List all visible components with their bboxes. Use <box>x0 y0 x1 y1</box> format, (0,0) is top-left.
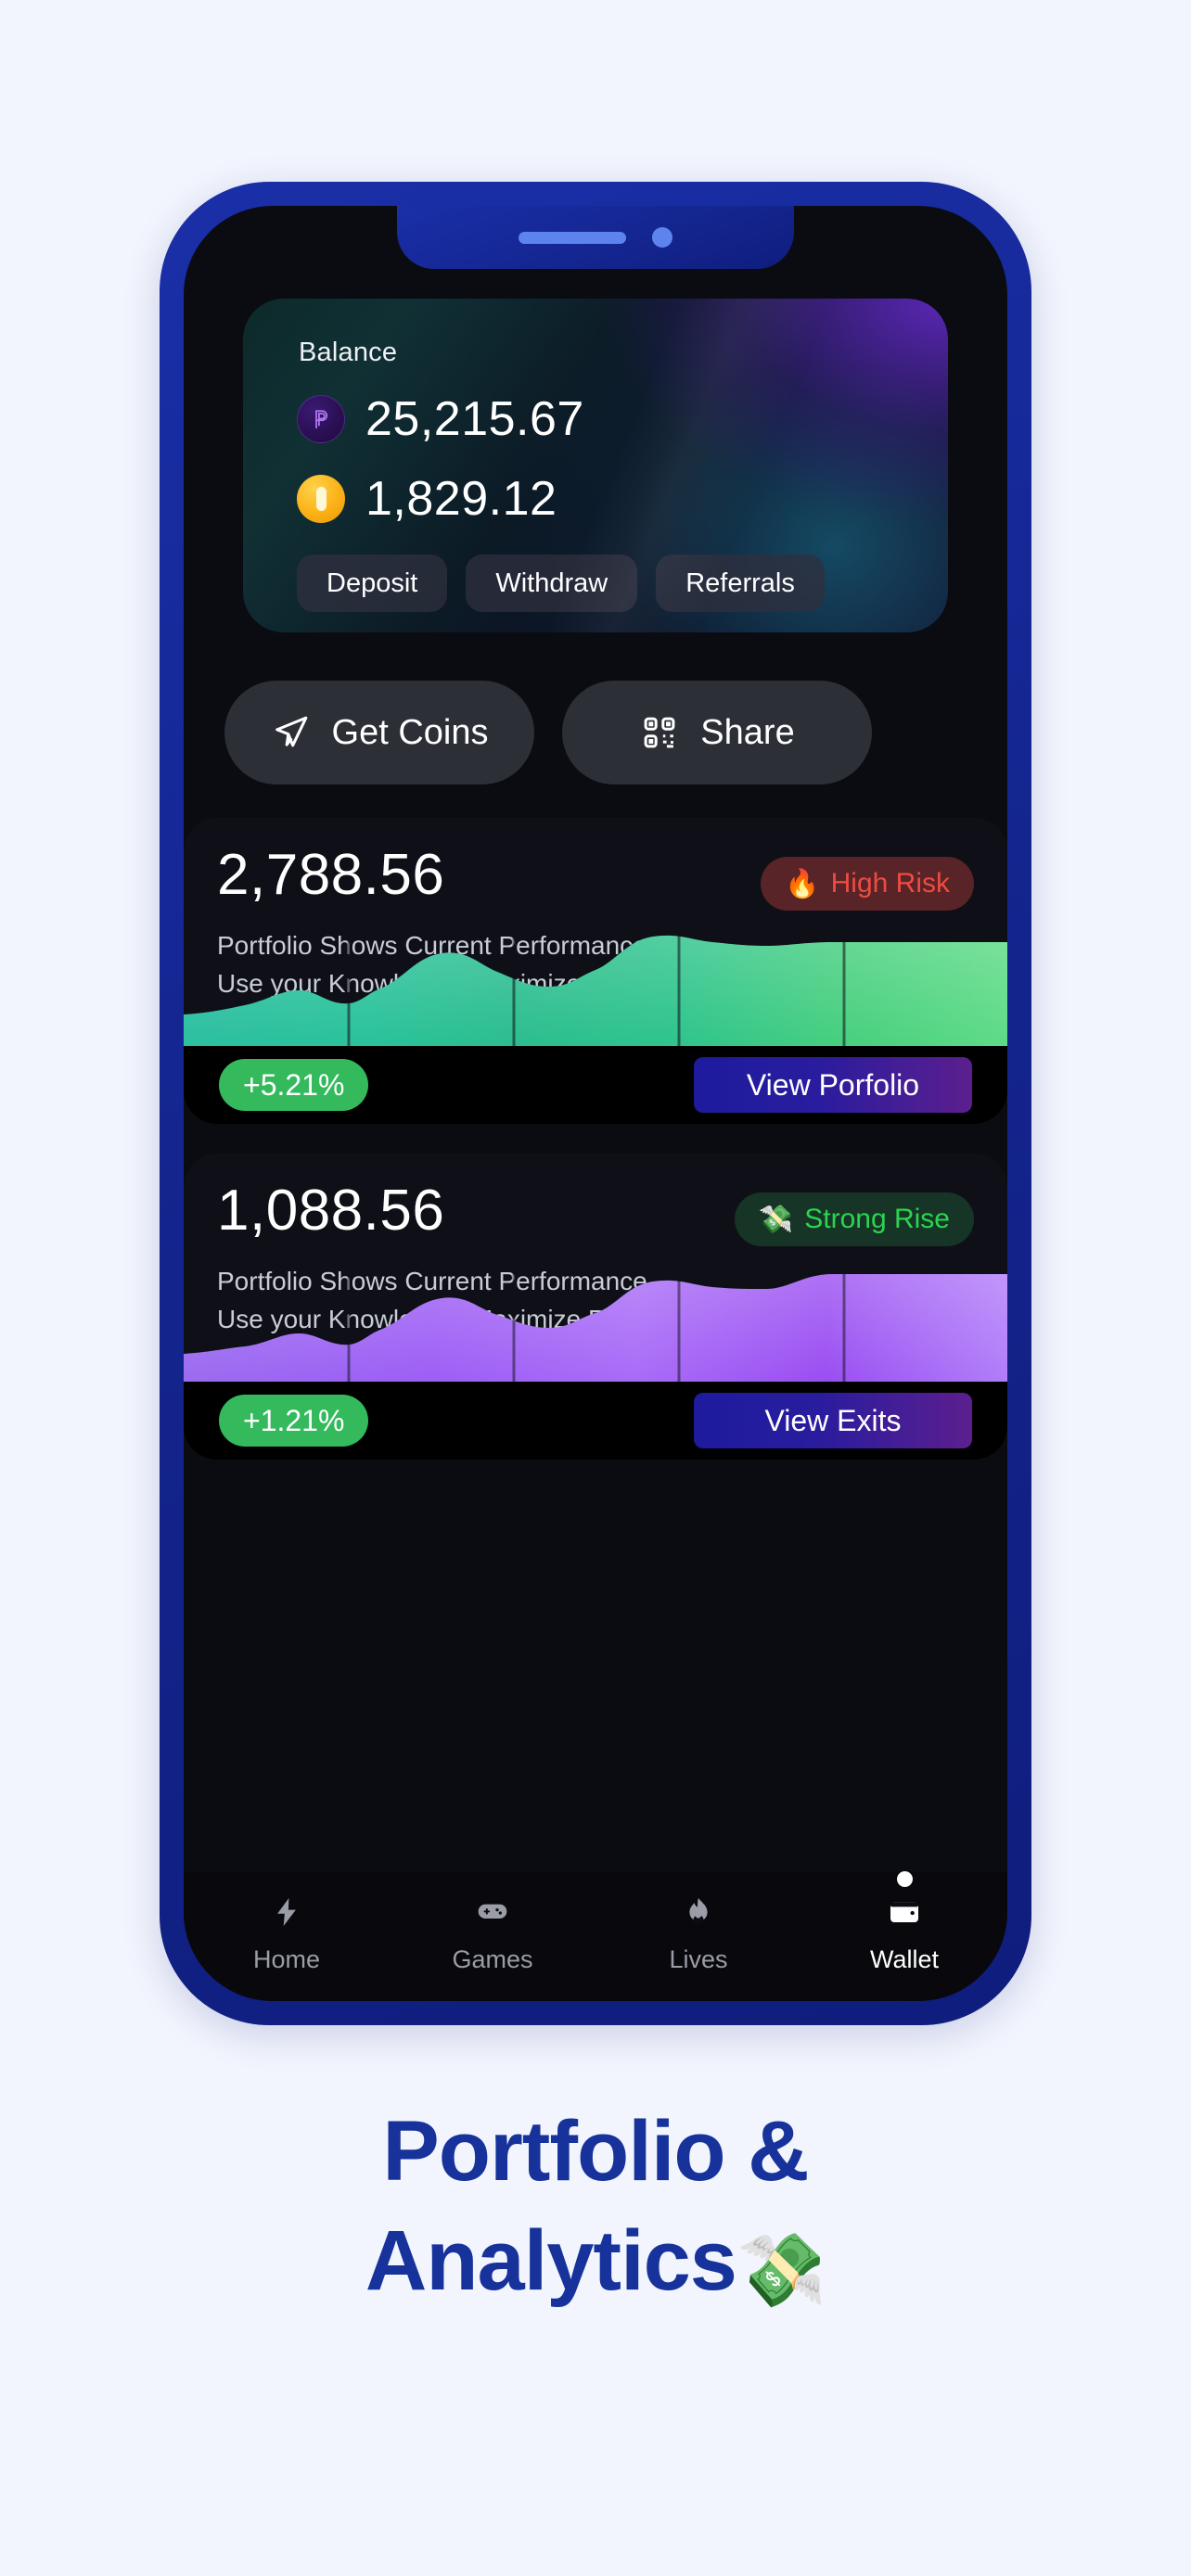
nav-label-games: Games <box>452 1945 533 1973</box>
speaker-grill <box>519 231 626 244</box>
view-portfolio-button[interactable]: View Porfolio <box>694 1057 972 1113</box>
phone-screen: Balance 25,215.67 1,829.12 Deposit Withd… <box>184 206 1007 2001</box>
send-icon <box>271 712 312 753</box>
status-badge-label-1: High Risk <box>830 868 950 899</box>
balance-actions: Deposit Withdraw Referrals <box>297 555 825 612</box>
p-coin-icon <box>297 395 345 443</box>
balance-card: Balance 25,215.67 1,829.12 Deposit Withd… <box>243 299 948 632</box>
bottom-navigation: Home Games Lives Wallet <box>184 1871 1007 2001</box>
qr-code-icon <box>639 712 680 753</box>
sparkline-chart-1 <box>184 925 1007 1046</box>
change-pct-1: +5.21% <box>219 1059 369 1111</box>
lightning-icon <box>266 1892 307 1932</box>
money-wings-icon: 💸 <box>736 2228 826 2311</box>
primary-actions: Get Coins Share <box>224 681 872 784</box>
marketing-headline: Portfolio & Analytics💸 <box>0 2098 1191 2317</box>
get-coins-button[interactable]: Get Coins <box>224 681 534 784</box>
wallet-icon <box>884 1892 925 1932</box>
share-button[interactable]: Share <box>562 681 872 784</box>
nav-item-lives[interactable]: Lives <box>596 1892 801 1974</box>
portfolio-amount-1: 2,788.56 <box>217 843 445 907</box>
nav-item-games[interactable]: Games <box>390 1892 596 1974</box>
money-wings-icon: 💸 <box>758 1204 794 1235</box>
status-badge-label-2: Strong Rise <box>804 1204 950 1234</box>
balance-amount-secondary: 1,829.12 <box>365 472 557 526</box>
nav-item-wallet[interactable]: Wallet <box>801 1871 1007 1974</box>
gamepad-icon <box>472 1892 513 1932</box>
share-label: Share <box>700 712 795 752</box>
balance-amount-primary: 25,215.67 <box>365 392 584 446</box>
nav-label-home: Home <box>252 1945 321 1973</box>
fire-icon <box>678 1892 719 1932</box>
balance-row-primary: 25,215.67 <box>297 391 584 447</box>
withdraw-button[interactable]: Withdraw <box>466 555 638 612</box>
balance-row-secondary: 1,829.12 <box>297 471 557 527</box>
active-indicator-dot <box>896 1871 913 1887</box>
portfolio-card-1-body: 2,788.56 🔥 High Risk Portfolio Shows Cur… <box>184 818 1007 1046</box>
nav-label-wallet: Wallet <box>869 1945 939 1973</box>
fire-icon: 🔥 <box>785 868 820 899</box>
phone-notch <box>397 206 794 269</box>
balance-label: Balance <box>299 338 398 367</box>
portfolio-card-1[interactable]: 2,788.56 🔥 High Risk Portfolio Shows Cur… <box>184 818 1007 1124</box>
portfolio-card-2-body: 1,088.56 💸 Strong Rise Portfolio Shows C… <box>184 1154 1007 1382</box>
nav-label-lives: Lives <box>669 1945 728 1973</box>
headline-line-2-wrap: Analytics💸 <box>0 2207 1191 2317</box>
gold-coin-icon <box>297 475 345 523</box>
get-coins-label: Get Coins <box>331 712 489 752</box>
phone-frame: Balance 25,215.67 1,829.12 Deposit Withd… <box>160 182 1031 2025</box>
headline-line-2: Analytics <box>365 2213 737 2308</box>
view-exits-button[interactable]: View Exits <box>694 1393 972 1448</box>
front-camera <box>652 227 672 248</box>
portfolio-card-1-footer: +5.21% View Porfolio <box>184 1046 1007 1124</box>
nav-item-home[interactable]: Home <box>184 1892 390 1974</box>
sparkline-chart-2 <box>184 1261 1007 1382</box>
referrals-button[interactable]: Referrals <box>656 555 825 612</box>
status-badge-high-risk: 🔥 High Risk <box>761 857 974 911</box>
portfolio-card-2-footer: +1.21% View Exits <box>184 1382 1007 1460</box>
status-badge-strong-rise: 💸 Strong Rise <box>734 1192 974 1246</box>
portfolio-amount-2: 1,088.56 <box>217 1179 445 1243</box>
deposit-button[interactable]: Deposit <box>297 555 448 612</box>
headline-line-1: Portfolio & <box>382 2104 809 2199</box>
app-preview-page: Balance 25,215.67 1,829.12 Deposit Withd… <box>0 0 1191 2576</box>
change-pct-2: +1.21% <box>219 1395 369 1447</box>
portfolio-card-2[interactable]: 1,088.56 💸 Strong Rise Portfolio Shows C… <box>184 1154 1007 1460</box>
